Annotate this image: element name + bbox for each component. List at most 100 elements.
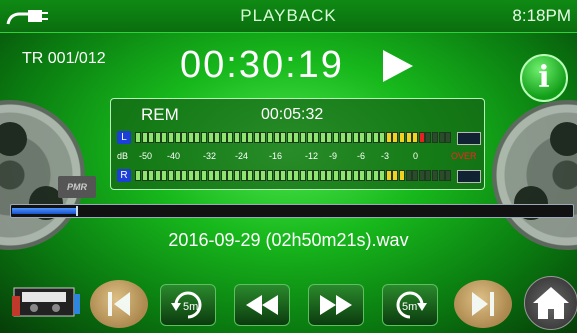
level-segment [214,170,221,181]
level-segment [333,132,339,143]
level-segment [253,132,260,143]
level-segment [339,132,346,143]
level-segment [240,170,247,181]
level-segment [234,132,240,143]
right-over-indicator [457,170,481,183]
level-segment [372,132,379,143]
level-meter: REM 00:05:32 L dB -50 -40 -32 -24 -16 -12 -9 -6 -… [110,98,485,190]
level-segment [227,132,234,143]
level-segment [174,132,181,143]
level-segment [339,170,346,181]
level-segment [352,132,359,143]
db-scale-label: -32 [203,151,217,161]
level-segment [432,170,438,181]
level-segment [207,132,214,143]
level-segment [412,132,419,143]
skip-previous-icon [108,292,130,316]
level-segment [425,170,432,181]
info-icon[interactable]: i [520,54,568,102]
level-segment [280,132,287,143]
level-segment [141,132,148,143]
level-segment [247,170,254,181]
level-segment [359,170,366,181]
level-segment [220,170,227,181]
track-counter: TR 001/012 [22,50,106,67]
level-segment [141,170,148,181]
rewind-button[interactable] [234,284,290,326]
over-label: OVER [451,151,477,161]
level-segment [260,132,267,143]
level-segment [333,170,339,181]
file-name: 2016-09-29 (02h50m21s).wav [168,230,409,250]
level-segment [438,170,445,181]
level-segment [181,170,188,181]
level-segment [385,132,392,143]
clock: 8:18PM [512,6,571,25]
playback-screen: PMR PLAYBACK 8:18PM TR 001/012 00:30:19 … [0,0,577,333]
level-segment [267,132,273,143]
db-scale-label: 0 [413,151,419,161]
home-icon [533,287,569,319]
progress-knob[interactable] [75,206,78,216]
level-segment [366,170,372,181]
play-icon[interactable] [383,50,413,82]
level-segment [319,132,326,143]
level-segment [181,132,188,143]
level-segment [392,132,399,143]
level-segment [214,132,221,143]
db-scale-label: -6 [357,151,366,161]
fast-forward-button[interactable] [308,284,364,326]
playback-progress-bar[interactable] [10,204,574,218]
level-segment [187,170,194,181]
level-segment [161,170,168,181]
level-segment [352,170,359,181]
page-title: PLAYBACK [240,6,337,25]
level-segment [405,170,412,181]
level-segment [418,132,425,143]
left-level-bar [135,132,453,143]
level-segment [319,170,326,181]
level-segment [273,132,280,143]
svg-text:5m: 5m [183,301,198,313]
level-segment [432,132,438,143]
skip-previous-button[interactable] [90,280,148,328]
remaining-time: 00:05:32 [261,106,324,123]
level-segment [346,170,353,181]
top-bar: PLAYBACK 8:18PM [0,0,577,33]
level-segment [267,170,273,181]
level-segment [227,170,234,181]
level-segment [445,170,452,181]
rewind-icon [246,295,278,315]
level-segment [168,132,174,143]
left-channel-tag: L [117,131,131,144]
level-segment [418,170,425,181]
forward-5s-button[interactable]: 5m [382,284,438,326]
level-segment [425,132,432,143]
rewind-5s-icon: 5m [171,291,202,319]
level-segment [399,170,405,181]
level-segment [346,132,353,143]
progress-fill [12,208,77,214]
db-scale-label: -9 [329,151,338,161]
db-scale-label: dB [117,151,129,161]
level-segment [445,132,452,143]
level-segment [359,132,366,143]
level-segment [148,132,155,143]
db-scale-label: -40 [167,151,181,161]
level-segment [168,170,174,181]
level-segment [306,132,313,143]
rewind-5s-button[interactable]: 5m [160,284,216,326]
home-button[interactable] [524,276,577,330]
level-segment [148,170,155,181]
left-reel-decoration [0,100,85,250]
fast-forward-icon [320,295,352,315]
level-segment [286,170,293,181]
level-segment [372,170,379,181]
level-segment [260,170,267,181]
level-segment [293,132,300,143]
cassette-icon[interactable] [12,284,82,318]
level-segment [405,132,412,143]
level-segment [194,170,201,181]
level-segment [201,132,207,143]
skip-next-button[interactable] [454,280,512,328]
